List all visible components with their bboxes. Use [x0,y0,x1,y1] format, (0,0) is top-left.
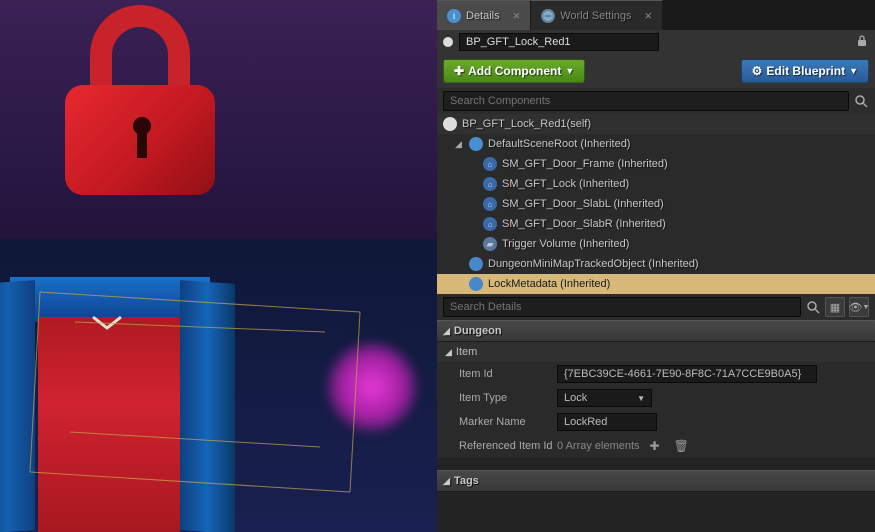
tree-label: BP_GFT_Lock_Red1(self) [462,118,591,130]
viewport-3d[interactable] [0,0,437,532]
expand-icon: ◢ [445,347,452,358]
tree-row-mesh[interactable]: ⌂ SM_GFT_Door_Frame (Inherited) [437,154,875,174]
world-icon [541,9,555,23]
mesh-icon: ⌂ [483,217,497,231]
tree-label: LockMetadata (Inherited) [488,278,610,290]
search-details-row: ▦ 👁▼ [437,294,875,320]
category-label: Dungeon [454,325,502,337]
viewport-orb [327,342,417,432]
tree-label: DungeonMiniMapTrackedObject (Inherited) [488,258,699,270]
actor-icon [443,117,457,131]
tree-row-lockmetadata[interactable]: LockMetadata (Inherited) [437,274,875,294]
search-components-input[interactable] [443,91,849,111]
tree-label: SM_GFT_Door_SlabR (Inherited) [502,218,666,230]
info-icon: i [447,9,461,23]
button-label: Add Component [468,64,561,78]
prop-label: Item Type [437,392,557,404]
prop-label: Referenced Item Id [437,440,557,452]
caret-down-icon: ▼ [565,66,574,76]
tab-bar: i Details × World Settings × [437,0,875,30]
search-icon[interactable] [805,299,821,315]
component-icon [469,257,483,271]
tree-row-mesh[interactable]: ⌂ SM_GFT_Lock (Inherited) [437,174,875,194]
add-component-button[interactable]: ✚ Add Component ▼ [443,59,585,83]
prop-row-referenced-item-id: Referenced Item Id 0 Array elements ✚ 🗑 [437,434,875,458]
button-label: Edit Blueprint [766,64,845,78]
expand-icon[interactable]: ◢ [455,139,464,150]
caret-down-icon: ▼ [849,66,858,76]
lock-icon[interactable] [855,34,869,51]
tree-row-scene-root[interactable]: ◢ DefaultSceneRoot (Inherited) [437,134,875,154]
search-details-input[interactable] [443,297,801,317]
subcategory-item[interactable]: ◢ Item [437,342,875,362]
array-count: 0 Array elements [557,440,640,452]
tree-row-trigger[interactable]: ▰ Trigger Volume (Inherited) [437,234,875,254]
scene-icon [469,137,483,151]
category-dungeon[interactable]: ◢ Dungeon [437,320,875,342]
prop-label: Marker Name [437,416,557,428]
expand-icon: ◢ [443,326,450,337]
prop-row-item-type: Item Type Lock ▼ [437,386,875,410]
mesh-icon: ⌂ [483,157,497,171]
component-tree: BP_GFT_Lock_Red1(self) ◢ DefaultSceneRoo… [437,114,875,294]
tree-row-minimap[interactable]: DungeonMiniMapTrackedObject (Inherited) [437,254,875,274]
select-value: Lock [564,392,587,404]
tree-label: SM_GFT_Door_Frame (Inherited) [502,158,668,170]
close-icon[interactable]: × [513,8,521,23]
close-icon[interactable]: × [645,8,653,23]
category-tags[interactable]: ◢ Tags [437,470,875,492]
mesh-icon: ⌂ [483,177,497,191]
component-icon [469,277,483,291]
actor-name-row [437,30,875,54]
tab-world-settings[interactable]: World Settings × [531,0,663,30]
tree-label: Trigger Volume (Inherited) [502,238,629,250]
item-id-input[interactable] [557,365,817,383]
viewport-door [0,232,280,532]
marker-name-input[interactable] [557,413,657,431]
tree-label: SM_GFT_Lock (Inherited) [502,178,629,190]
tab-label: World Settings [560,10,631,22]
tree-row-mesh[interactable]: ⌂ SM_GFT_Door_SlabR (Inherited) [437,214,875,234]
toolbar: ✚ Add Component ▼ ⚙ Edit Blueprint ▼ [437,54,875,88]
tab-label: Details [466,10,500,22]
view-options-button[interactable]: 👁▼ [849,297,869,317]
subcategory-label: Item [456,346,477,358]
caret-down-icon: ▼ [637,394,645,403]
property-matrix-button[interactable]: ▦ [825,297,845,317]
prop-label: Item Id [437,368,557,380]
category-label: Tags [454,475,479,487]
gear-icon: ⚙ [752,64,763,78]
item-type-select[interactable]: Lock ▼ [557,389,652,407]
tree-row-self[interactable]: BP_GFT_Lock_Red1(self) [437,114,875,134]
expand-icon: ◢ [443,476,450,487]
actor-name-input[interactable] [459,33,659,51]
details-panel: i Details × World Settings × ✚ Add Compo… [437,0,875,532]
prop-row-marker-name: Marker Name [437,410,875,434]
search-icon[interactable] [853,93,869,109]
edit-blueprint-button[interactable]: ⚙ Edit Blueprint ▼ [741,59,869,83]
box-icon: ▰ [483,237,497,251]
tab-details[interactable]: i Details × [437,0,531,30]
details-area: ◢ Dungeon ◢ Item Item Id Item Type Lock … [437,320,875,532]
tree-label: SM_GFT_Door_SlabL (Inherited) [502,198,664,210]
chevron-down-icon [90,314,125,332]
mesh-icon: ⌂ [483,197,497,211]
tree-row-mesh[interactable]: ⌂ SM_GFT_Door_SlabL (Inherited) [437,194,875,214]
search-components-row [437,88,875,114]
prop-row-item-id: Item Id [437,362,875,386]
viewport-padlock [55,5,235,205]
tree-label: DefaultSceneRoot (Inherited) [488,138,630,150]
clear-array-button[interactable]: 🗑 [670,439,693,453]
plus-icon: ✚ [454,64,464,78]
actor-icon [443,37,453,47]
add-array-element-button[interactable]: ✚ [646,439,664,453]
